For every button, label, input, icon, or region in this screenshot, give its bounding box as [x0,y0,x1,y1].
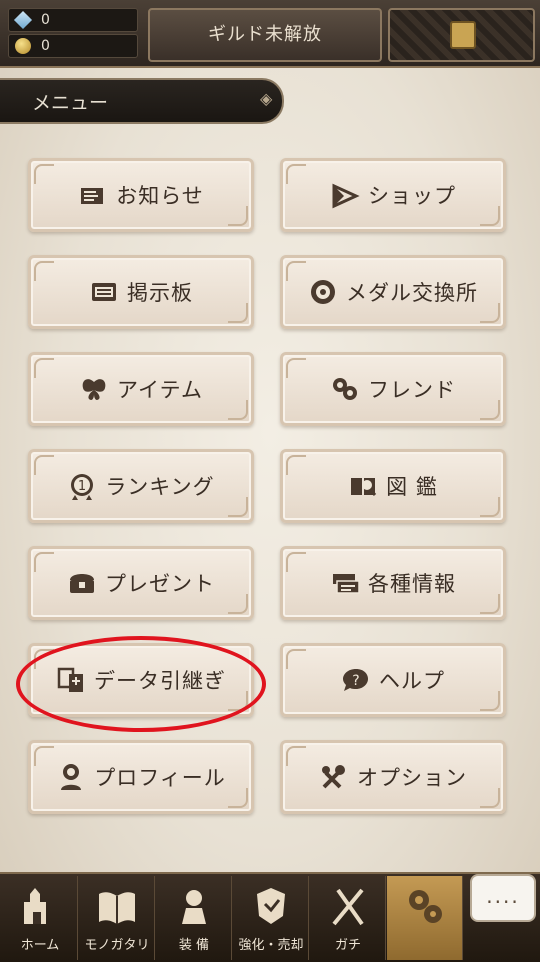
nav-enhance[interactable]: 強化・売却 [233,876,309,960]
coin-count: 0 [41,38,50,54]
menu-button-label: 図 鑑 [386,475,438,499]
menu-button-ranking-medal[interactable]: 1 ランキング [28,449,254,523]
encyclopedia-icon [348,471,378,501]
profile-icon [56,762,86,792]
guild-button[interactable]: ギルド未解放 [148,8,382,62]
info-cards-icon [330,568,360,598]
menu-button-label: ヘルプ [379,669,445,693]
nav-label: ホーム [20,938,60,953]
menu-button-label: オプション [357,766,467,790]
ornament-icon: ◈ [260,89,273,108]
svg-text:?: ? [352,673,359,689]
nav-book[interactable]: モノガタリ [79,876,155,960]
menu-button-butterfly[interactable]: アイテム [28,352,254,426]
nav-equipment[interactable]: 装 備 [156,876,232,960]
menu-button-label: ランキング [105,475,215,499]
menu-button-label: ショップ [368,184,456,208]
castle-icon [20,884,60,928]
menu-button-bulletin-board[interactable]: 掲示板 [28,255,254,329]
coin-icon [15,38,31,54]
gacha-icon [328,884,368,928]
highlight-circle [16,636,266,732]
menu-button-label: 各種情報 [368,572,456,596]
menu-button-present-chest[interactable]: プレゼント [28,546,254,620]
book-icon [97,884,137,928]
menu-button-options-tools[interactable]: オプション [280,740,506,814]
coin-counter: 0 [8,34,138,58]
menu-button-label: メダル交換所 [346,281,478,305]
menu-button-encyclopedia[interactable]: 図 鑑 [280,449,506,523]
menu-button-profile[interactable]: プロフィール [28,740,254,814]
gem-counter: 0 [8,8,138,32]
present-chest-icon [67,568,97,598]
menu-button-help[interactable]: ? ヘルプ [280,643,506,717]
equipment-icon [174,884,214,928]
nav-label: 装 備 [178,938,210,953]
nav-label: 強化・売却 [238,938,304,953]
friends-icon [330,374,360,404]
lock-icon [450,21,476,49]
options-tools-icon [319,762,349,792]
gem-icon [13,10,33,30]
menu-title: メニュー [32,92,109,114]
gem-count: 0 [41,12,50,28]
menu-button-news[interactable]: お知らせ [28,158,254,232]
bottom-nav: ホーム モノガタリ 装 備 強化・売却 ガチ [0,872,540,962]
nav-settings-gears[interactable] [387,876,463,960]
menu-button-label: フレンド [368,378,456,402]
menu-button-friends[interactable]: フレンド [280,352,506,426]
menu-button-label: プレゼント [105,572,215,596]
nav-gacha[interactable]: ガチ [310,876,386,960]
enhance-icon [251,884,291,928]
chat-button-label: .... [486,884,520,908]
menu-button-medal-exchange[interactable]: メダル交換所 [280,255,506,329]
chat-button[interactable]: .... [470,874,536,922]
menu-button-label: プロフィール [94,766,226,790]
menu-button-label: アイテム [117,378,203,402]
locked-button[interactable] [388,8,535,62]
menu-button-label: 掲示板 [127,281,193,305]
ranking-medal-icon: 1 [67,471,97,501]
nav-castle[interactable]: ホーム [2,876,78,960]
help-icon: ? [341,665,371,695]
top-bar: 0 0 ギルド未解放 [0,0,540,68]
butterfly-icon [79,374,109,404]
news-icon [78,180,108,210]
nav-label: ガチ [334,938,361,953]
menu-button-label: お知らせ [116,184,204,208]
menu-header: メニュー ◈ [0,78,284,124]
medal-exchange-icon [308,277,338,307]
svg-text:1: 1 [78,479,86,494]
nav-label: モノガタリ [84,938,150,953]
shop-icon [330,180,360,210]
bulletin-board-icon [89,277,119,307]
settings-gears-icon [405,884,445,928]
menu-button-shop[interactable]: ショップ [280,158,506,232]
menu-button-info-cards[interactable]: 各種情報 [280,546,506,620]
